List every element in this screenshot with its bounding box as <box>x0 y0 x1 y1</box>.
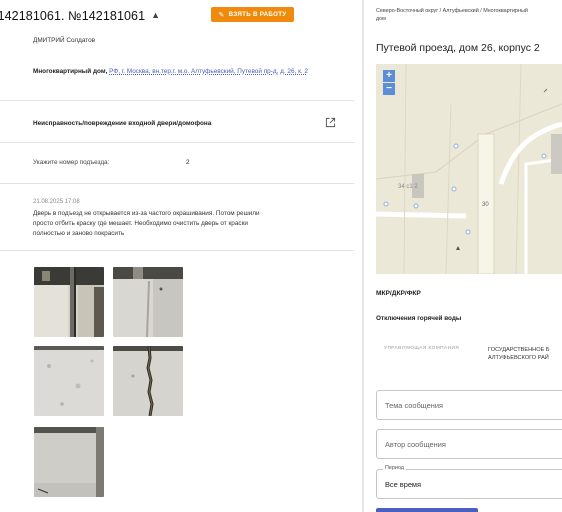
message-subject-placeholder: Тема сообщения <box>385 401 444 410</box>
entrance-label: Укажите номер подъезда: <box>33 159 110 166</box>
management-company-label: УПРАВЛЯЮЩАЯ КОМПАНИЯ <box>384 346 460 351</box>
address-link[interactable]: РФ, г. Москва, вн.тер.г. м.о. Алтуфьевск… <box>109 68 308 75</box>
pencil-icon: ✎ <box>218 11 225 19</box>
map-label-road: 30 <box>482 202 489 208</box>
issue-category: Неисправность/повреждение входной двери/… <box>33 120 212 127</box>
building-map[interactable]: 34 с1 2 30 <box>376 64 562 274</box>
comment-date: 21.08.2025 17:08 <box>33 199 80 205</box>
request-details-panel: .142181061. №142181061 ▲ ✎ ВЗЯТЬ В РАБОТ… <box>0 0 362 512</box>
divider <box>0 183 354 184</box>
entrance-value: 2 <box>186 159 190 166</box>
search-messages-button[interactable] <box>376 508 478 512</box>
management-company-line: ГОСУДАРСТВЕННОЕ Б <box>488 347 550 353</box>
comment-text: Дверь в подъезд не открывается из-за час… <box>33 210 260 237</box>
map-label-building: 34 с1 2 <box>398 184 418 190</box>
message-author-input[interactable]: Автор сообщения <box>376 429 562 459</box>
chevron-up-icon[interactable]: ▲ <box>151 10 160 20</box>
divider <box>0 250 354 251</box>
zoom-out-button[interactable]: − <box>383 83 395 95</box>
building-title: Путевой проезд, дом 26, корпус 2 <box>376 42 540 54</box>
take-to-work-label: ВЗЯТЬ В РАБОТУ <box>228 11 287 18</box>
photo-thumbnail[interactable] <box>113 346 183 416</box>
photo-thumbnail[interactable] <box>113 267 183 337</box>
photo-thumbnail[interactable] <box>34 346 104 416</box>
message-subject-input[interactable]: Тема сообщения <box>376 390 562 420</box>
request-header[interactable]: .142181061. №142181061 ▲ <box>0 6 160 26</box>
app-page: .142181061. №142181061 ▲ ✎ ВЗЯТЬ В РАБОТ… <box>0 0 562 512</box>
hot-water-outages-label: Отключения горячей воды <box>376 315 462 322</box>
building-info-panel: Северо-Восточный округ / Алтуфьевский / … <box>364 0 562 512</box>
take-to-work-button[interactable]: ✎ ВЗЯТЬ В РАБОТУ <box>211 7 294 22</box>
divider <box>0 100 354 101</box>
breadcrumb: Северо-Восточный округ / Алтуфьевский / … <box>376 7 562 23</box>
breadcrumb-line: дом <box>376 16 386 22</box>
period-select[interactable]: Период Все время <box>376 465 562 499</box>
mkr-label: МКР/ДКР/ФКР <box>376 290 421 297</box>
management-company-value: ГОСУДАРСТВЕННОЕ Б АЛТУФЬЕВСКОГО РАЙ <box>488 346 562 362</box>
divider <box>0 142 354 143</box>
object-type: Многоквартирный дом, <box>33 68 108 75</box>
message-author-placeholder: Автор сообщения <box>385 440 446 449</box>
request-author: ДМИТРИЙ Солдатов <box>33 37 96 44</box>
photo-thumbnail[interactable] <box>34 427 104 497</box>
request-address: Многоквартирный дом, РФ, г. Москва, вн.т… <box>33 67 338 77</box>
request-number: .142181061. №142181061 <box>0 9 146 23</box>
period-value: Все время <box>385 480 422 489</box>
external-link-icon[interactable] <box>325 117 336 128</box>
period-legend: Период <box>383 465 406 471</box>
breadcrumb-line[interactable]: Северо-Восточный округ / Алтуфьевский / … <box>376 8 528 14</box>
zoom-in-button[interactable]: + <box>383 70 395 82</box>
map-canvas[interactable]: 34 с1 2 30 <box>376 64 562 274</box>
photo-thumbnail[interactable] <box>34 267 104 337</box>
management-company-line: АЛТУФЬЕВСКОГО РАЙ <box>488 355 549 361</box>
